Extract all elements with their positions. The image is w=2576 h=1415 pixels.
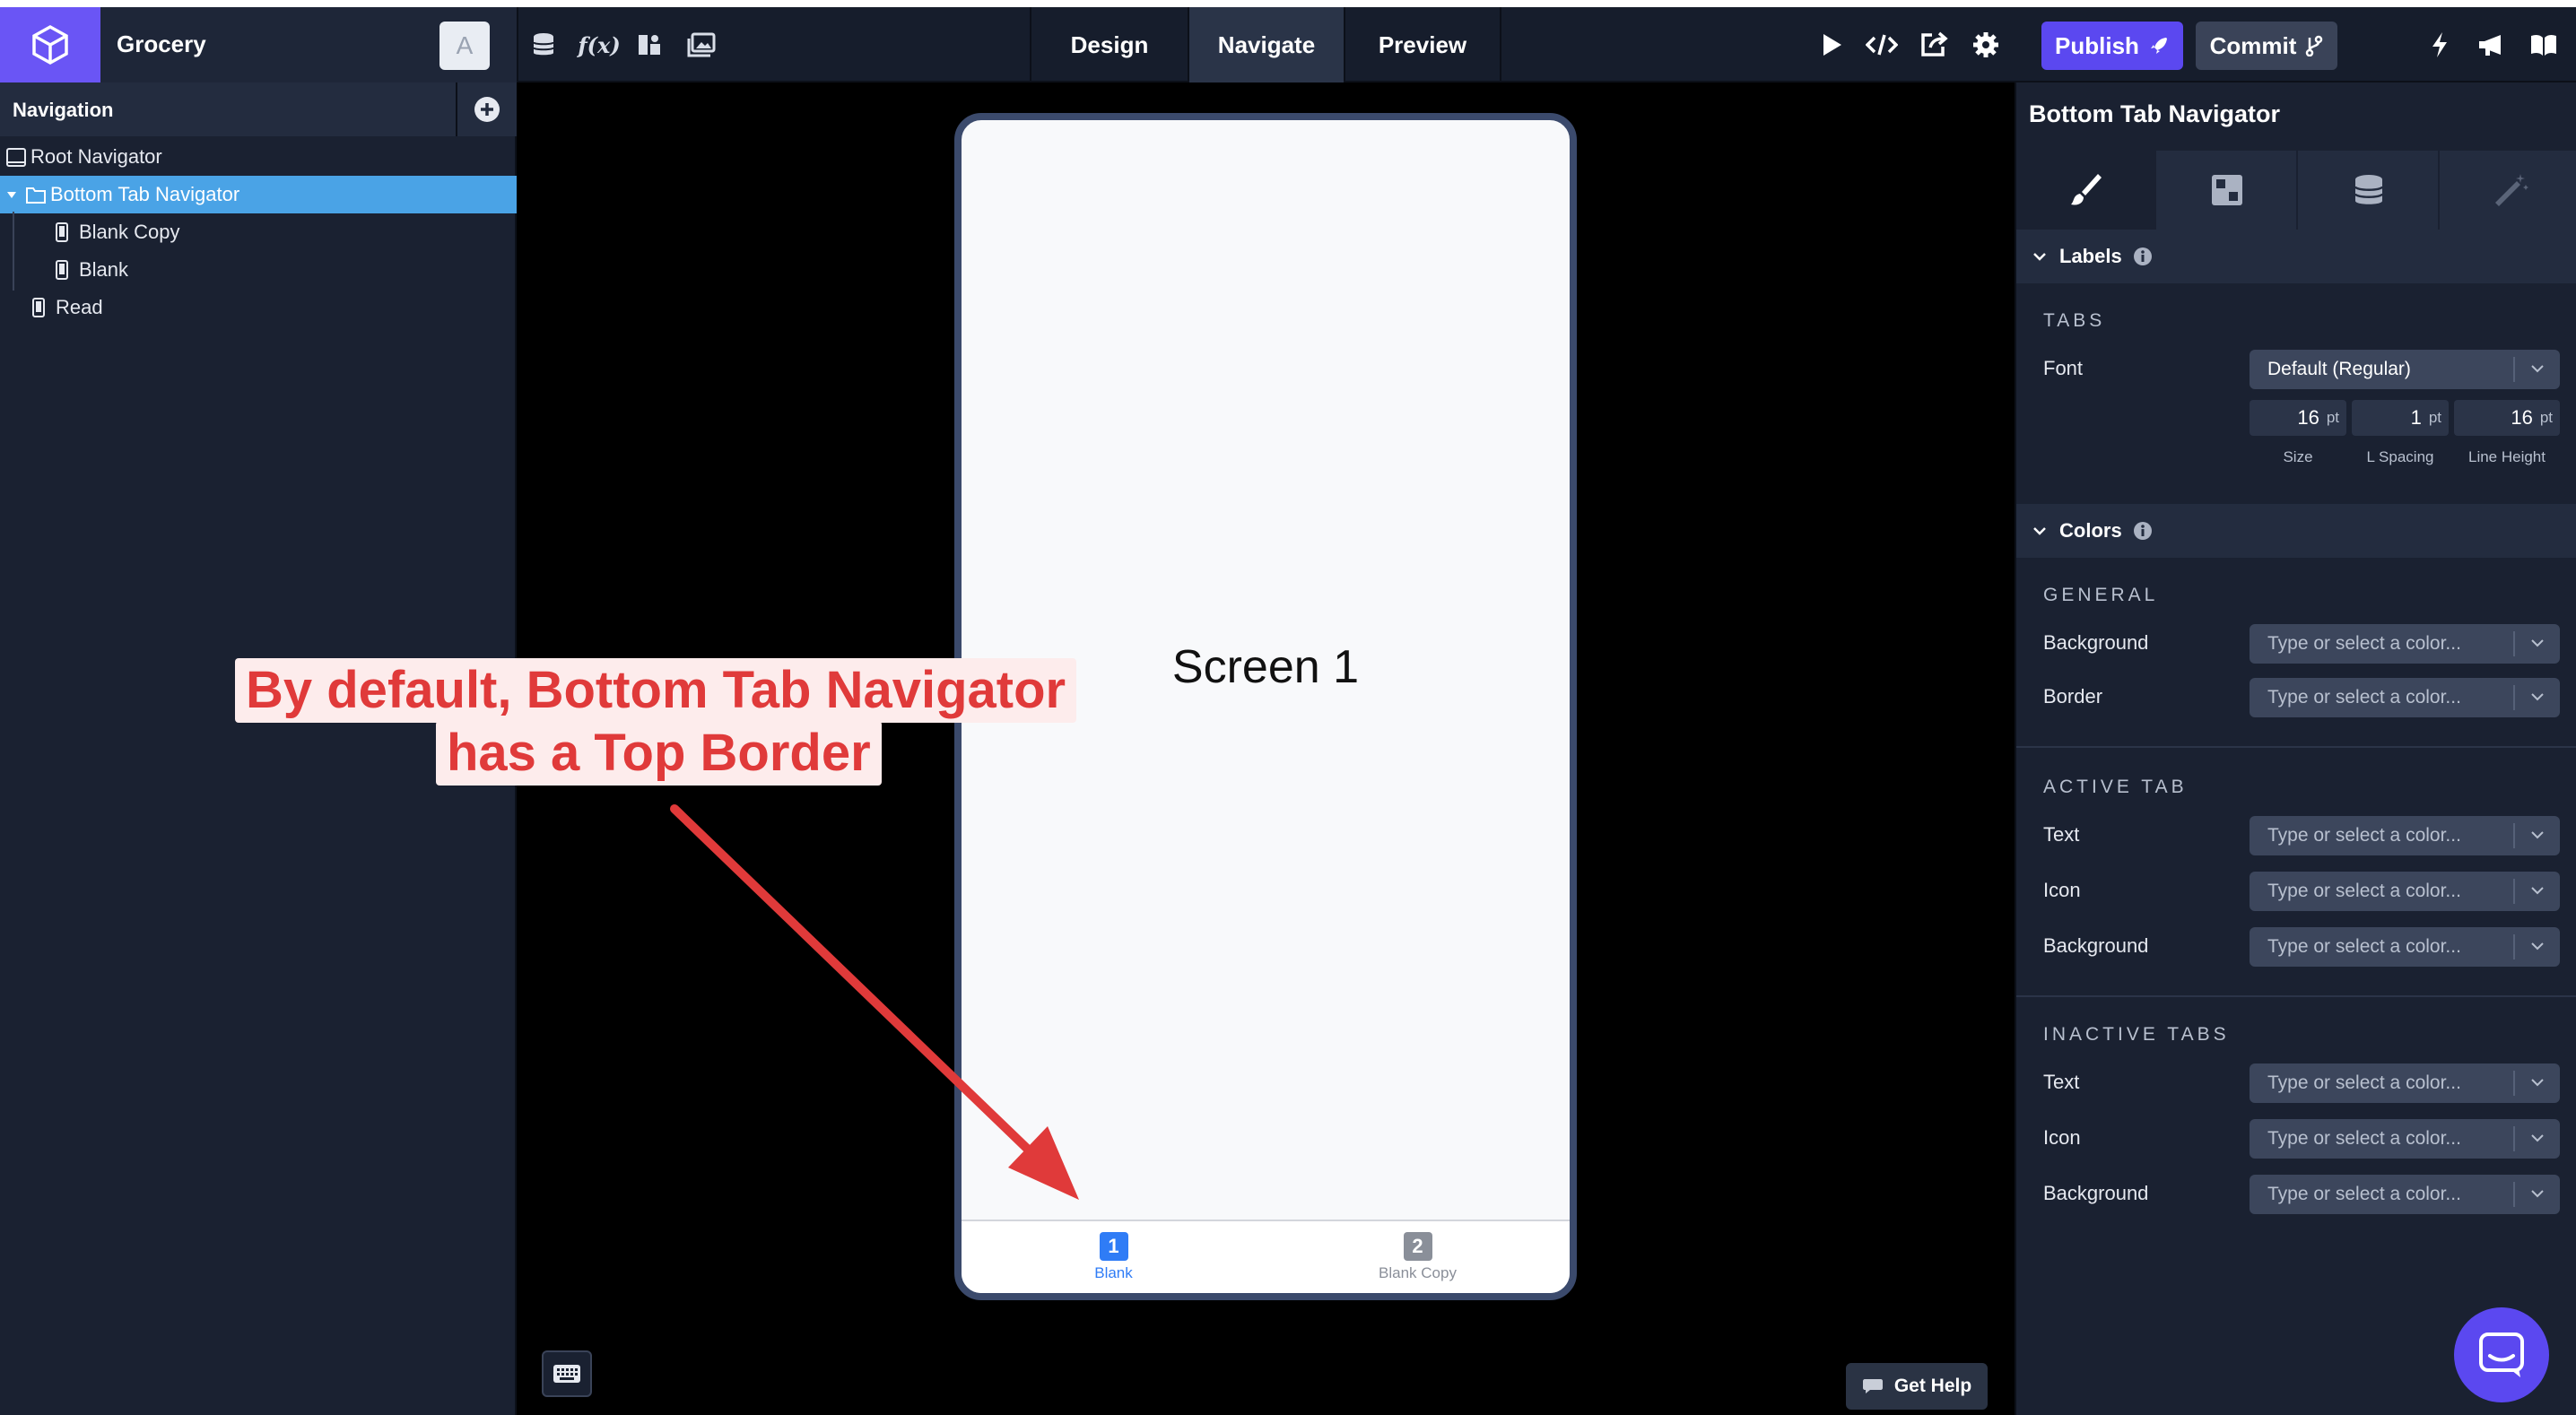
inactive-background-color-field[interactable]: Type or select a color... [2250, 1175, 2560, 1214]
inactive-text-label: Text [2043, 1071, 2080, 1093]
tabs-heading: TABS [2043, 310, 2106, 331]
active-text-label: Text [2043, 823, 2080, 846]
line-height-value: 16 [2511, 406, 2533, 429]
chevron-down-icon [2531, 639, 2544, 647]
general-background-label: Background [2043, 631, 2149, 654]
labels-section-header[interactable]: Labels [2016, 230, 2576, 283]
database-icon [2354, 175, 2384, 204]
active-text-color-field[interactable]: Type or select a color... [2250, 816, 2560, 855]
general-border-label: Border [2043, 685, 2103, 708]
color-placeholder: Type or select a color... [2267, 881, 2461, 901]
layout-icon [2212, 175, 2242, 205]
tab-style[interactable] [2016, 151, 2156, 230]
colors-section-header[interactable]: Colors [2016, 504, 2576, 558]
font-select[interactable]: Default (Regular) [2250, 350, 2560, 389]
color-placeholder: Type or select a color... [2267, 1072, 2461, 1093]
support-chat-button[interactable] [2454, 1307, 2549, 1402]
inactive-tabs-heading: INACTIVE TABS [2043, 1024, 2230, 1045]
chevron-down-icon [2531, 693, 2544, 701]
chevron-down-icon [2531, 942, 2544, 951]
chat-icon [2479, 1333, 2524, 1377]
color-placeholder: Type or select a color... [2267, 687, 2461, 708]
unit-label: pt [2428, 409, 2441, 426]
paintbrush-icon [2071, 174, 2102, 205]
color-placeholder: Type or select a color... [2267, 1128, 2461, 1149]
unit-label: pt [2539, 409, 2553, 426]
color-placeholder: Type or select a color... [2267, 633, 2461, 654]
line-height-field[interactable]: 16 pt [2454, 400, 2560, 436]
chevron-down-icon [2531, 831, 2544, 839]
divider [2016, 995, 2576, 997]
info-icon[interactable] [2133, 521, 2153, 541]
font-label: Font [2043, 357, 2084, 379]
chevron-down-icon [2033, 527, 2046, 535]
font-size-field[interactable]: 16 pt [2250, 400, 2346, 436]
active-icon-label: Icon [2043, 879, 2081, 901]
tab-data[interactable] [2300, 151, 2440, 230]
labels-section-title: Labels [2059, 245, 2122, 267]
chevron-down-icon [2531, 1134, 2544, 1142]
general-background-color-field[interactable]: Type or select a color... [2250, 624, 2560, 664]
general-border-color-field[interactable]: Type or select a color... [2250, 678, 2560, 717]
unit-label: pt [2326, 409, 2339, 426]
active-icon-color-field[interactable]: Type or select a color... [2250, 872, 2560, 911]
properties-panel: Bottom Tab Navigator Labels TABS Font De… [2015, 82, 2576, 1415]
letter-spacing-field[interactable]: 1 pt [2352, 400, 2449, 436]
font-value: Default (Regular) [2267, 359, 2411, 379]
tab-layout[interactable] [2158, 151, 2298, 230]
letter-spacing-value: 1 [2410, 406, 2422, 429]
spacing-caption: L Spacing [2366, 448, 2434, 465]
font-size-value: 16 [2297, 406, 2319, 429]
chevron-down-icon [2033, 253, 2046, 261]
info-icon[interactable] [2133, 247, 2153, 266]
line-height-caption: Line Height [2467, 448, 2546, 465]
general-heading: GENERAL [2043, 585, 2159, 605]
inactive-icon-label: Icon [2043, 1126, 2081, 1149]
properties-tabs [2016, 151, 2576, 230]
inactive-icon-color-field[interactable]: Type or select a color... [2250, 1119, 2560, 1159]
inactive-text-color-field[interactable]: Type or select a color... [2250, 1063, 2560, 1103]
color-placeholder: Type or select a color... [2267, 1184, 2461, 1204]
properties-title: Bottom Tab Navigator [2029, 100, 2281, 127]
chevron-down-icon [2531, 365, 2544, 373]
inactive-background-label: Background [2043, 1182, 2149, 1204]
color-placeholder: Type or select a color... [2267, 936, 2461, 957]
active-background-label: Background [2043, 934, 2149, 957]
active-background-color-field[interactable]: Type or select a color... [2250, 927, 2560, 967]
magic-wand-icon [2495, 174, 2528, 206]
chevron-down-icon [2531, 887, 2544, 895]
color-placeholder: Type or select a color... [2267, 825, 2461, 846]
tab-actions[interactable] [2440, 151, 2576, 230]
colors-section-title: Colors [2059, 519, 2122, 542]
size-caption: Size [2283, 448, 2313, 465]
active-tab-heading: ACTIVE TAB [2043, 777, 2188, 797]
chevron-down-icon [2531, 1190, 2544, 1198]
divider [2016, 746, 2576, 748]
chevron-down-icon [2531, 1079, 2544, 1087]
